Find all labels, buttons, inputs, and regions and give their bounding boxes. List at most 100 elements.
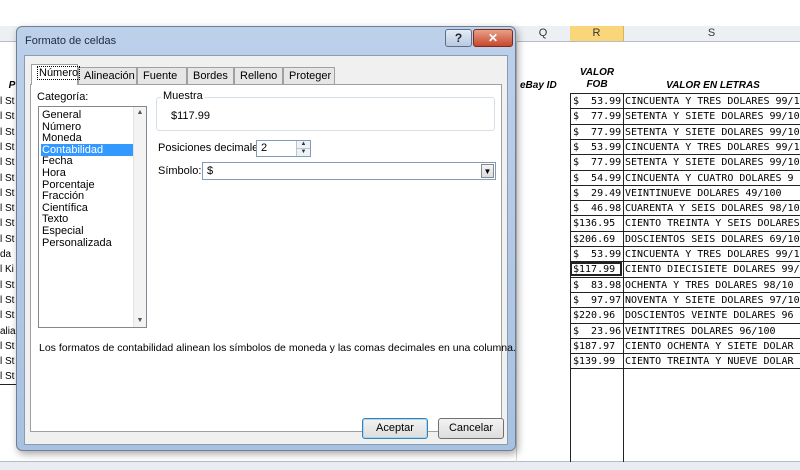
cell-valor-fob[interactable]: $139.99 (573, 354, 621, 369)
ok-button[interactable]: Aceptar (362, 418, 428, 439)
category-scrollbar[interactable]: ▲ ▼ (133, 107, 146, 327)
decimals-stepper[interactable]: 2 ▲ ▼ (256, 140, 311, 157)
tab-page-numero: Categoría: General Número Moneda Contabilid… (30, 84, 516, 432)
cell-product-fragment[interactable]: l St (0, 293, 16, 308)
cell-valor-en-letras[interactable]: CIENTO OCHENTA Y SIETE DOLAR (625, 339, 800, 354)
cell-valor-en-letras[interactable]: CINCUENTA Y TRES DOLARES 99/1 (625, 140, 800, 155)
cell-valor-en-letras[interactable]: CINCUENTA Y TRES DOLARES 99/1 (625, 247, 800, 262)
cell-valor-fob[interactable]: $ 97.97 (573, 293, 621, 308)
cell-product-fragment[interactable]: l St (0, 216, 16, 231)
tab-relleno[interactable]: Relleno (234, 67, 283, 84)
cell-valor-en-letras[interactable]: VEINTINUEVE DOLARES 49/100 (625, 186, 800, 201)
active-cell-selection (570, 262, 622, 276)
category-item[interactable]: Contabilidad (41, 143, 134, 156)
cell-valor-fob[interactable]: $ 53.99 (573, 94, 621, 109)
dialog-title: Formato de celdas (25, 35, 117, 47)
cell-valor-en-letras[interactable]: CUARENTA Y SEIS DOLARES 98/10 (625, 201, 800, 216)
tab-alineacion[interactable]: Alineación (78, 67, 137, 84)
cell-valor-en-letras[interactable]: VEINTITRES DOLARES 96/100 (625, 324, 800, 339)
cell-valor-fob[interactable]: $ 54.99 (573, 171, 621, 186)
dropdown-arrow-icon[interactable]: ▼ (481, 164, 494, 178)
cell-product-fragment[interactable]: l St (0, 109, 16, 124)
column-header-r[interactable]: R (570, 26, 624, 41)
category-item[interactable]: Hora (41, 167, 134, 179)
tab-numero[interactable]: Número (31, 64, 81, 85)
cell-valor-fob[interactable]: $ 77.99 (573, 155, 621, 170)
spin-up-icon[interactable]: ▲ (297, 141, 310, 149)
help-button[interactable]: ? (445, 29, 472, 47)
cell-product-fragment[interactable]: l St (0, 232, 16, 247)
cell-product-fragment[interactable]: l St (0, 140, 16, 155)
spin-down-icon[interactable]: ▼ (297, 149, 310, 156)
cell-valor-fob[interactable]: $206.69 (573, 232, 621, 247)
cell-valor-fob[interactable]: $ 77.99 (573, 109, 621, 124)
cell-valor-en-letras[interactable]: CINCUENTA Y TRES DOLARES 99/1 (625, 94, 800, 109)
category-item[interactable]: Personalizada (41, 237, 134, 249)
tab-proteger[interactable]: Proteger (283, 67, 335, 84)
symbol-select[interactable]: $ ▼ (202, 162, 496, 180)
cell-product-fragment[interactable]: l St (0, 278, 16, 293)
decimals-label: Posiciones decimales: (158, 142, 267, 154)
cell-valor-en-letras[interactable]: DOSCIENTOS SEIS DOLARES 69/10 (625, 232, 800, 247)
cell-product-fragment[interactable]: l St (0, 94, 16, 109)
cell-valor-en-letras[interactable]: CINCUENTA Y CUATRO DOLARES 9 (625, 171, 800, 186)
category-item[interactable]: Número (41, 121, 134, 133)
category-item[interactable]: General (41, 109, 134, 121)
category-item[interactable]: Moneda (41, 132, 134, 144)
decimals-spin[interactable]: ▲ ▼ (296, 141, 310, 156)
category-item[interactable]: Especial (41, 225, 134, 237)
cell-valor-fob[interactable]: $220.96 (573, 308, 621, 323)
category-item[interactable]: Texto (41, 213, 134, 225)
cell-valor-en-letras[interactable]: SETENTA Y SIETE DOLARES 99/10 (625, 109, 800, 124)
symbol-value: $ (207, 165, 214, 177)
tab-fuente[interactable]: Fuente (137, 67, 187, 84)
cell-valor-fob[interactable]: $136.95 (573, 216, 621, 231)
cell-valor-fob[interactable]: $ 53.99 (573, 247, 621, 262)
tab-bordes[interactable]: Bordes (187, 67, 234, 84)
cell-valor-en-letras[interactable]: SETENTA Y SIETE DOLARES 99/10 (625, 125, 800, 140)
cell-product-fragment[interactable]: l St (0, 125, 16, 140)
cell-product-fragment[interactable]: l St (0, 171, 16, 186)
cell-product-fragment[interactable]: l St (0, 201, 16, 216)
category-label: Categoría: (37, 91, 89, 103)
cell-product-fragment[interactable]: l St (0, 369, 16, 384)
cell-valor-en-letras[interactable]: DOSCIENTOS VEINTE DOLARES 96 (625, 308, 800, 323)
format-description: Los formatos de contabilidad alinean los… (39, 342, 516, 354)
cell-valor-en-letras[interactable]: CIENTO DIECISIETE DOLARES 99/1 (625, 262, 800, 277)
scroll-down-icon[interactable]: ▼ (134, 316, 146, 326)
decimals-value[interactable]: 2 (261, 142, 267, 154)
cell-valor-fob[interactable]: $ 53.99 (573, 140, 621, 155)
cell-product-fragment[interactable]: l Ki (0, 262, 16, 277)
cell-product-fragment[interactable]: da (0, 247, 16, 262)
cell-valor-fob[interactable]: $ 29.49 (573, 186, 621, 201)
cancel-button[interactable]: Cancelar (438, 418, 504, 439)
close-button[interactable]: ✕ (473, 29, 513, 47)
scroll-up-icon[interactable]: ▲ (134, 108, 146, 118)
category-item[interactable]: Fracción (41, 190, 134, 202)
cell-valor-fob[interactable]: $ 46.98 (573, 201, 621, 216)
cell-product-fragment[interactable]: l St (0, 308, 16, 323)
cell-valor-fob[interactable]: $ 83.98 (573, 278, 621, 293)
category-item[interactable]: Porcentaje (41, 179, 134, 191)
cell-product-fragment[interactable]: l St (0, 155, 16, 170)
category-list[interactable]: General Número Moneda Contabilidad Fecha Hora… (38, 106, 147, 328)
category-item[interactable]: Científica (41, 202, 134, 214)
symbol-label: Símbolo: (158, 165, 202, 177)
category-item[interactable]: Fecha (41, 155, 134, 167)
cell-product-fragment[interactable]: l St (0, 354, 16, 369)
cell-valor-fob[interactable]: $ 23.96 (573, 324, 621, 339)
cell-valor-en-letras[interactable]: NOVENTA Y SIETE DOLARES 97/10 (625, 293, 800, 308)
cell-valor-fob[interactable]: $ 77.99 (573, 125, 621, 140)
dialog-body: Número Alineación Fuente Bordes Relleno … (24, 55, 516, 445)
cell-valor-en-letras[interactable]: CIENTO TREINTA Y SEIS DOLARES (625, 216, 800, 231)
cell-valor-en-letras[interactable]: OCHENTA Y TRES DOLARES 98/10 (625, 278, 800, 293)
column-header-q[interactable]: Q (516, 26, 571, 41)
cell-valor-en-letras[interactable]: SETENTA Y SIETE DOLARES 99/10 (625, 155, 800, 170)
cell-product-fragment[interactable]: l St (0, 186, 16, 201)
cell-valor-en-letras[interactable]: CIENTO TREINTA Y NUEVE DOLAR (625, 354, 800, 369)
cell-valor-fob[interactable]: $187.97 (573, 339, 621, 354)
cell-product-fragment[interactable]: l St (0, 339, 16, 354)
dialog-titlebar[interactable]: Formato de celdas ? ✕ (17, 27, 515, 55)
column-header-s[interactable]: S (623, 26, 800, 41)
cell-product-fragment[interactable]: alia (0, 324, 16, 339)
